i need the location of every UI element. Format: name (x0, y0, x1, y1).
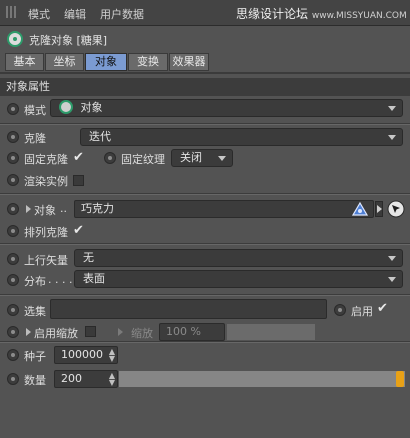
watermark-main: 思缘设计论坛 (236, 7, 309, 21)
count-label: 数量 (24, 374, 46, 387)
divider (0, 124, 410, 125)
grip-handle[interactable] (6, 6, 16, 18)
tab-coord[interactable]: 坐标 (45, 53, 84, 71)
stepper-arrows-icon[interactable]: ▲ ▼ (109, 372, 115, 387)
fix-texture-value: 关闭 (180, 151, 202, 164)
fix-texture-anim-radio[interactable] (104, 152, 116, 164)
distribution-value: 表面 (83, 272, 105, 285)
object-label: 对象 (34, 204, 56, 217)
fix-clone-anim-radio[interactable] (7, 152, 19, 164)
watermark: 思缘设计论坛 www.MISSYUAN.COM (236, 5, 407, 22)
scale-label: 缩放 (131, 327, 153, 340)
watermark-small: www.MISSYUAN.COM (311, 11, 407, 21)
distribution-label-dots: . . . . (48, 273, 73, 286)
poly-object-icon (351, 201, 369, 216)
chevron-down-icon (388, 256, 396, 261)
mode-label: 模式 (24, 104, 46, 117)
clone-anim-radio[interactable] (7, 131, 19, 143)
render-instance-anim-radio[interactable] (7, 174, 19, 186)
fix-clone-label: 固定克隆 (24, 153, 68, 166)
divider (0, 244, 410, 245)
render-instance-label: 渲染实例 (24, 175, 68, 188)
tab-transform[interactable]: 变换 (128, 53, 168, 71)
link-menu-button[interactable] (375, 201, 383, 217)
seed-label: 种子 (24, 350, 46, 363)
count-slider-handle[interactable] (396, 371, 404, 387)
tab-underline (0, 72, 410, 74)
arrange-clone-label: 排列克隆 (24, 226, 68, 239)
menu-edit[interactable]: 编辑 (64, 6, 86, 22)
tab-object[interactable]: 对象 (85, 53, 127, 71)
divider (0, 295, 410, 296)
scale-slider (227, 324, 315, 340)
distribution-anim-radio[interactable] (7, 274, 19, 286)
object-link-value: 巧克力 (81, 202, 114, 215)
count-value: 200 (61, 372, 82, 385)
up-vector-anim-radio[interactable] (7, 253, 19, 265)
arrange-clone-checkbox[interactable]: ✔ (73, 224, 84, 237)
cloner-icon (7, 31, 23, 47)
arrange-clone-anim-radio[interactable] (7, 225, 19, 237)
divider (0, 194, 410, 195)
fix-texture-label: 固定纹理 (121, 153, 165, 166)
seed-anim-radio[interactable] (7, 349, 19, 361)
chevron-down-icon (388, 106, 396, 111)
clone-value: 迭代 (89, 130, 111, 143)
render-instance-checkbox[interactable] (73, 175, 84, 186)
distribution-dropdown[interactable]: 表面 (74, 270, 403, 288)
clone-dropdown[interactable]: 迭代 (80, 128, 403, 146)
enable-checkbox[interactable]: ✔ (377, 302, 388, 315)
chevron-down-icon (388, 135, 396, 140)
scale-field: 100 % (159, 323, 225, 341)
expand-triangle-icon (118, 328, 123, 336)
enable-scale-anim-radio[interactable] (7, 326, 19, 338)
clone-label: 克隆 (24, 132, 46, 145)
object-title: 克隆对象 [糖果] (29, 34, 108, 47)
count-field[interactable]: 200 ▲ ▼ (54, 370, 118, 388)
mode-dropdown[interactable]: 对象 (50, 99, 403, 117)
menu-mode[interactable]: 模式 (28, 6, 50, 22)
enable-scale-label: 启用缩放 (34, 327, 78, 340)
enable-anim-radio[interactable] (334, 304, 346, 316)
scale-value: 100 % (166, 325, 201, 338)
menu-user-data[interactable]: 用户数据 (100, 6, 144, 22)
divider (0, 342, 410, 343)
cloner-mode-icon (59, 100, 73, 114)
mode-anim-radio[interactable] (7, 103, 19, 115)
seed-value: 100000 (61, 348, 103, 361)
object-link-field[interactable]: 巧克力 (74, 200, 374, 218)
expand-triangle-icon[interactable] (26, 328, 31, 336)
chevron-down-icon (218, 156, 226, 161)
object-anim-radio[interactable] (7, 203, 19, 215)
up-vector-dropdown[interactable]: 无 (74, 249, 403, 267)
stepper-arrows-icon[interactable]: ▲ ▼ (109, 348, 115, 363)
up-vector-value: 无 (83, 251, 94, 264)
chevron-down-icon (388, 277, 396, 282)
fix-clone-checkbox[interactable]: ✔ (73, 151, 84, 164)
count-slider[interactable] (119, 371, 405, 387)
enable-scale-checkbox[interactable] (85, 326, 96, 337)
pick-arrow-icon[interactable] (387, 200, 405, 218)
enable-label: 启用 (351, 305, 373, 318)
up-vector-label: 上行矢量 (24, 254, 68, 267)
expand-triangle-icon[interactable] (26, 205, 31, 213)
selection-field[interactable] (50, 299, 327, 319)
selection-anim-radio[interactable] (7, 304, 19, 316)
tab-basic[interactable]: 基本 (5, 53, 44, 71)
seed-field[interactable]: 100000 ▲ ▼ (54, 346, 118, 364)
object-label-dots: .. (60, 202, 67, 215)
distribution-label: 分布 (24, 275, 46, 288)
count-anim-radio[interactable] (7, 373, 19, 385)
fix-texture-dropdown[interactable]: 关闭 (171, 149, 233, 167)
selection-label: 选集 (24, 305, 46, 318)
section-header: 对象属性 (0, 78, 410, 96)
mode-value: 对象 (80, 101, 103, 114)
tab-effectors[interactable]: 效果器 (169, 53, 209, 71)
